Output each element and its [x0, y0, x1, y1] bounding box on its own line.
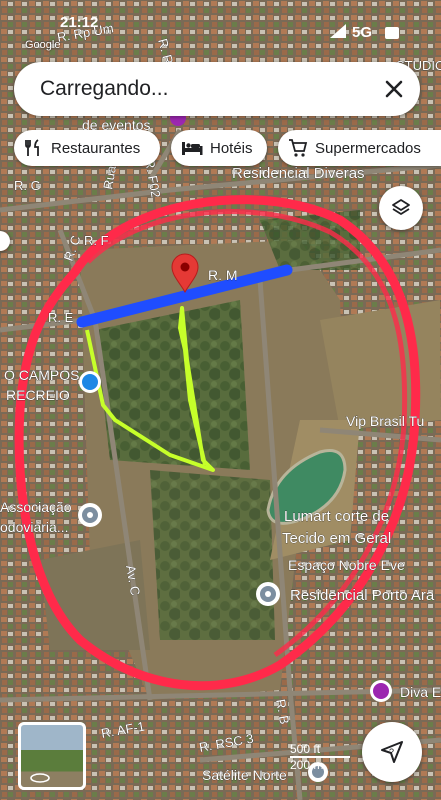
- layers-button[interactable]: [379, 186, 423, 230]
- place-label: Satélite Norte: [202, 767, 287, 783]
- place-label: Diva E: [400, 684, 441, 700]
- place-label: Residencial Porto Ara: [290, 587, 435, 604]
- street-view-thumbnail[interactable]: [18, 722, 86, 790]
- battery-icon: [385, 27, 399, 39]
- google-watermark: Google: [25, 39, 61, 51]
- rotate-360-icon: [30, 773, 50, 783]
- street-label: R. E: [48, 310, 74, 325]
- purple-place-marker-icon[interactable]: [370, 680, 392, 702]
- place-marker-icon[interactable]: [256, 582, 280, 606]
- street-label: R. F: [84, 233, 109, 248]
- bed-icon: [182, 142, 203, 155]
- street-label: R. G: [14, 178, 41, 193]
- svg-text:?: ?: [389, 747, 394, 757]
- satellite-map[interactable]: R. Rp Um R. Rp D Rua F1 R. F02 R. G R. F…: [0, 0, 441, 800]
- chip-hoteis[interactable]: Hotéis: [171, 130, 267, 166]
- status-bar: 21:12 Google 5G: [0, 6, 441, 51]
- chip-label: Supermercados: [315, 139, 421, 157]
- search-bar[interactable]: Carregando...: [14, 62, 420, 116]
- scale-ft: 500 ft: [290, 742, 350, 758]
- directions-icon: ?: [381, 741, 403, 763]
- place-label: Residencial Diveras: [232, 165, 365, 182]
- network-type: 5G: [352, 24, 373, 41]
- search-text: Carregando...: [40, 77, 169, 100]
- layers-icon: [392, 199, 410, 215]
- close-icon[interactable]: [378, 73, 410, 105]
- scale-m: 200 m: [290, 758, 324, 772]
- place-marker-icon[interactable]: [78, 503, 102, 527]
- shopping-marker-icon[interactable]: [79, 371, 101, 393]
- fork-knife-icon: [25, 139, 39, 156]
- chip-restaurantes[interactable]: Restaurantes: [14, 130, 160, 166]
- map-scale: 500 ft 200 m: [290, 742, 350, 772]
- signal-icon: [330, 24, 346, 38]
- street-label: R. M: [208, 267, 238, 283]
- chip-supermercados[interactable]: Supermercados: [278, 130, 441, 166]
- directions-button[interactable]: ?: [362, 722, 422, 782]
- status-time: 21:12: [60, 14, 99, 31]
- cart-icon: [289, 139, 308, 157]
- place-label: Espaço Nobre Eve: [288, 557, 405, 573]
- chip-label: Hotéis: [210, 139, 253, 157]
- chip-label: Restaurantes: [51, 139, 141, 157]
- place-label: Vip Brasil Tu: [346, 413, 424, 429]
